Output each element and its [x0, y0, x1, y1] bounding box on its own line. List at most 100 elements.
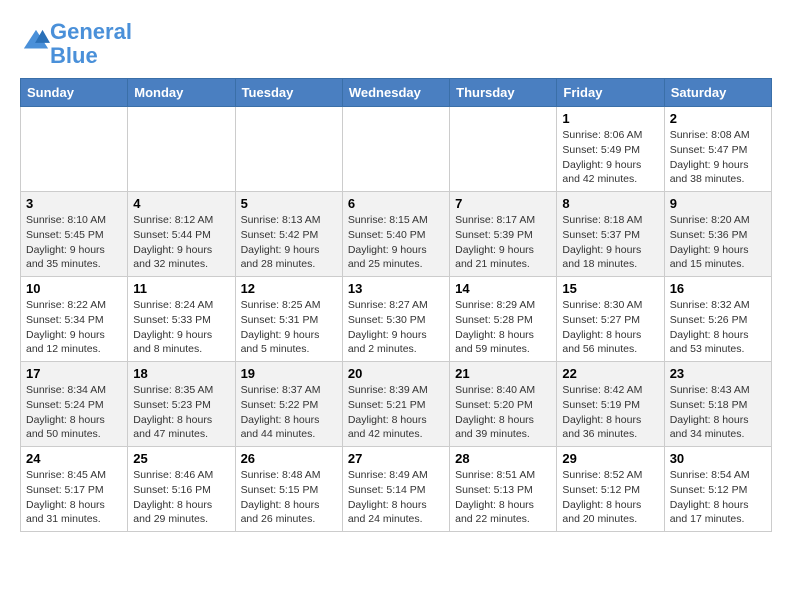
- day-number: 18: [133, 366, 229, 381]
- day-info: Sunrise: 8:17 AM Sunset: 5:39 PM Dayligh…: [455, 213, 551, 272]
- day-number: 24: [26, 451, 122, 466]
- calendar-cell: 27 Sunrise: 8:49 AM Sunset: 5:14 PM Dayli…: [342, 447, 449, 532]
- calendar-cell: 12Sunrise: 8:25 AM Sunset: 5:31 PM Dayli…: [235, 277, 342, 362]
- week-row: 10 Sunrise: 8:22 AM Sunset: 5:34 PM Dayli…: [21, 277, 772, 362]
- weekday-header: Sunday: [21, 79, 128, 107]
- day-number: 6: [348, 196, 444, 211]
- day-info: Sunrise: 8:15 AM Sunset: 5:40 PM Dayligh…: [348, 213, 444, 272]
- day-info: Sunrise: 8:54 AM Sunset: 5:12 PM Dayligh…: [670, 468, 766, 527]
- calendar-cell: 13Sunrise: 8:27 AM Sunset: 5:30 PM Dayli…: [342, 277, 449, 362]
- weekday-row: SundayMondayTuesdayWednesdayThursdayFrid…: [21, 79, 772, 107]
- calendar-cell: 20 Sunrise: 8:39 AM Sunset: 5:21 PM Dayli…: [342, 362, 449, 447]
- logo: General Blue: [20, 20, 132, 68]
- day-info: Sunrise: 8:45 AM Sunset: 5:17 PM Dayligh…: [26, 468, 122, 527]
- day-info: Sunrise: 8:30 AM Sunset: 5:27 PM Dayligh…: [562, 298, 658, 357]
- calendar-cell: 1 Sunrise: 8:06 AM Sunset: 5:49 PM Daylig…: [557, 107, 664, 192]
- week-row: 24 Sunrise: 8:45 AM Sunset: 5:17 PM Dayli…: [21, 447, 772, 532]
- calendar-cell: [450, 107, 557, 192]
- week-row: 1 Sunrise: 8:06 AM Sunset: 5:49 PM Daylig…: [21, 107, 772, 192]
- day-number: 13: [348, 281, 444, 296]
- day-info: Sunrise: 8:06 AM Sunset: 5:49 PM Dayligh…: [562, 128, 658, 187]
- day-info: Sunrise: 8:39 AM Sunset: 5:21 PM Dayligh…: [348, 383, 444, 442]
- calendar-cell: 4 Sunrise: 8:12 AM Sunset: 5:44 PM Daylig…: [128, 192, 235, 277]
- calendar-cell: 7Sunrise: 8:17 AM Sunset: 5:39 PM Daylig…: [450, 192, 557, 277]
- day-info: Sunrise: 8:22 AM Sunset: 5:34 PM Dayligh…: [26, 298, 122, 357]
- calendar-cell: 8 Sunrise: 8:18 AM Sunset: 5:37 PM Daylig…: [557, 192, 664, 277]
- day-number: 23: [670, 366, 766, 381]
- day-info: Sunrise: 8:52 AM Sunset: 5:12 PM Dayligh…: [562, 468, 658, 527]
- calendar-cell: 21Sunrise: 8:40 AM Sunset: 5:20 PM Dayli…: [450, 362, 557, 447]
- calendar-cell: 10 Sunrise: 8:22 AM Sunset: 5:34 PM Dayli…: [21, 277, 128, 362]
- calendar-cell: 19 Sunrise: 8:37 AM Sunset: 5:22 PM Dayli…: [235, 362, 342, 447]
- day-number: 4: [133, 196, 229, 211]
- calendar-cell: 6 Sunrise: 8:15 AM Sunset: 5:40 PM Daylig…: [342, 192, 449, 277]
- day-number: 1: [562, 111, 658, 126]
- day-info: Sunrise: 8:10 AM Sunset: 5:45 PM Dayligh…: [26, 213, 122, 272]
- day-number: 22: [562, 366, 658, 381]
- calendar-cell: [128, 107, 235, 192]
- day-info: Sunrise: 8:08 AM Sunset: 5:47 PM Dayligh…: [670, 128, 766, 187]
- weekday-header: Thursday: [450, 79, 557, 107]
- day-number: 2: [670, 111, 766, 126]
- week-row: 17Sunrise: 8:34 AM Sunset: 5:24 PM Dayli…: [21, 362, 772, 447]
- logo-icon: [22, 28, 50, 56]
- day-number: 10: [26, 281, 122, 296]
- day-info: Sunrise: 8:32 AM Sunset: 5:26 PM Dayligh…: [670, 298, 766, 357]
- day-number: 17: [26, 366, 122, 381]
- day-info: Sunrise: 8:13 AM Sunset: 5:42 PM Dayligh…: [241, 213, 337, 272]
- header: General Blue: [20, 20, 772, 68]
- calendar-cell: 24 Sunrise: 8:45 AM Sunset: 5:17 PM Dayli…: [21, 447, 128, 532]
- day-number: 14: [455, 281, 551, 296]
- weekday-header: Monday: [128, 79, 235, 107]
- calendar-cell: 11Sunrise: 8:24 AM Sunset: 5:33 PM Dayli…: [128, 277, 235, 362]
- calendar-cell: 28 Sunrise: 8:51 AM Sunset: 5:13 PM Dayli…: [450, 447, 557, 532]
- day-number: 27: [348, 451, 444, 466]
- day-info: Sunrise: 8:51 AM Sunset: 5:13 PM Dayligh…: [455, 468, 551, 527]
- day-number: 9: [670, 196, 766, 211]
- day-number: 8: [562, 196, 658, 211]
- calendar-cell: 5 Sunrise: 8:13 AM Sunset: 5:42 PM Daylig…: [235, 192, 342, 277]
- day-number: 30: [670, 451, 766, 466]
- day-info: Sunrise: 8:40 AM Sunset: 5:20 PM Dayligh…: [455, 383, 551, 442]
- calendar-cell: 23Sunrise: 8:43 AM Sunset: 5:18 PM Dayli…: [664, 362, 771, 447]
- calendar-cell: 18Sunrise: 8:35 AM Sunset: 5:23 PM Dayli…: [128, 362, 235, 447]
- calendar-cell: [235, 107, 342, 192]
- day-number: 12: [241, 281, 337, 296]
- day-info: Sunrise: 8:12 AM Sunset: 5:44 PM Dayligh…: [133, 213, 229, 272]
- weekday-header: Tuesday: [235, 79, 342, 107]
- calendar-cell: 30 Sunrise: 8:54 AM Sunset: 5:12 PM Dayli…: [664, 447, 771, 532]
- day-number: 19: [241, 366, 337, 381]
- day-info: Sunrise: 8:46 AM Sunset: 5:16 PM Dayligh…: [133, 468, 229, 527]
- calendar-cell: [21, 107, 128, 192]
- day-number: 25: [133, 451, 229, 466]
- day-number: 29: [562, 451, 658, 466]
- calendar-body: 1 Sunrise: 8:06 AM Sunset: 5:49 PM Daylig…: [21, 107, 772, 532]
- day-info: Sunrise: 8:37 AM Sunset: 5:22 PM Dayligh…: [241, 383, 337, 442]
- day-number: 11: [133, 281, 229, 296]
- calendar-cell: 29 Sunrise: 8:52 AM Sunset: 5:12 PM Dayli…: [557, 447, 664, 532]
- day-info: Sunrise: 8:48 AM Sunset: 5:15 PM Dayligh…: [241, 468, 337, 527]
- weekday-header: Wednesday: [342, 79, 449, 107]
- week-row: 3Sunrise: 8:10 AM Sunset: 5:45 PM Daylig…: [21, 192, 772, 277]
- day-number: 15: [562, 281, 658, 296]
- calendar-cell: 9 Sunrise: 8:20 AM Sunset: 5:36 PM Daylig…: [664, 192, 771, 277]
- day-info: Sunrise: 8:49 AM Sunset: 5:14 PM Dayligh…: [348, 468, 444, 527]
- logo-text: General Blue: [50, 20, 132, 68]
- day-info: Sunrise: 8:18 AM Sunset: 5:37 PM Dayligh…: [562, 213, 658, 272]
- day-info: Sunrise: 8:29 AM Sunset: 5:28 PM Dayligh…: [455, 298, 551, 357]
- calendar: SundayMondayTuesdayWednesdayThursdayFrid…: [20, 78, 772, 532]
- page: General Blue SundayMondayTuesdayWednesda…: [0, 0, 792, 542]
- calendar-cell: 22 Sunrise: 8:42 AM Sunset: 5:19 PM Dayli…: [557, 362, 664, 447]
- calendar-cell: 15 Sunrise: 8:30 AM Sunset: 5:27 PM Dayli…: [557, 277, 664, 362]
- day-info: Sunrise: 8:42 AM Sunset: 5:19 PM Dayligh…: [562, 383, 658, 442]
- day-number: 26: [241, 451, 337, 466]
- day-number: 16: [670, 281, 766, 296]
- calendar-cell: 2 Sunrise: 8:08 AM Sunset: 5:47 PM Daylig…: [664, 107, 771, 192]
- calendar-header: SundayMondayTuesdayWednesdayThursdayFrid…: [21, 79, 772, 107]
- day-number: 28: [455, 451, 551, 466]
- day-number: 5: [241, 196, 337, 211]
- day-number: 20: [348, 366, 444, 381]
- calendar-cell: 14 Sunrise: 8:29 AM Sunset: 5:28 PM Dayli…: [450, 277, 557, 362]
- calendar-cell: 3Sunrise: 8:10 AM Sunset: 5:45 PM Daylig…: [21, 192, 128, 277]
- day-info: Sunrise: 8:20 AM Sunset: 5:36 PM Dayligh…: [670, 213, 766, 272]
